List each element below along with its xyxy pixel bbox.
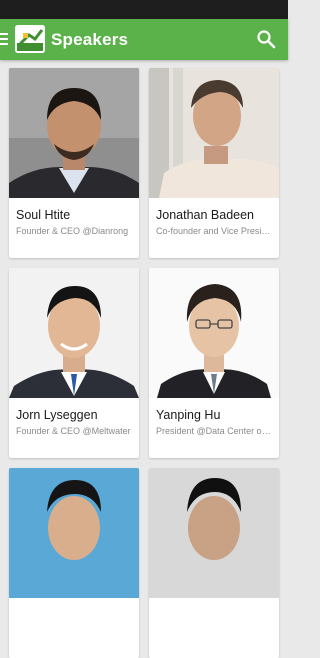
speaker-photo <box>9 68 139 198</box>
speaker-name: Soul Htite <box>16 208 71 222</box>
speaker-name: Jonathan Badeen <box>156 208 255 222</box>
speaker-role: Founder & CEO @Meltwater <box>16 426 131 436</box>
search-icon[interactable] <box>256 29 276 49</box>
speaker-card[interactable]: Jonathan Badeen Co-founder and Vice Pres… <box>149 68 279 258</box>
speaker-role: Founder & CEO @Dianrong <box>16 226 129 236</box>
speaker-card[interactable] <box>149 468 279 658</box>
speaker-card[interactable]: Yanping Hu President @Data Center of Chi… <box>149 268 279 458</box>
hamburger-menu-icon[interactable] <box>0 33 9 46</box>
speaker-name: Jorn Lyseggen <box>16 408 98 422</box>
speaker-photo <box>149 268 279 398</box>
app-logo[interactable] <box>15 25 45 53</box>
speaker-card[interactable]: Jorn Lyseggen Founder & CEO @Meltwater <box>9 268 139 458</box>
speaker-role: President @Data Center of China <box>156 426 273 436</box>
speaker-card[interactable] <box>9 468 139 658</box>
speaker-photo <box>9 468 139 598</box>
speaker-grid: Soul Htite Founder & CEO @Dianrong Jonat… <box>0 60 288 658</box>
speaker-photo <box>149 468 279 598</box>
speaker-card[interactable]: Soul Htite Founder & CEO @Dianrong <box>9 68 139 258</box>
page-title: Speakers <box>51 30 129 49</box>
speaker-photo <box>149 68 279 198</box>
app-bar: Speakers <box>0 19 288 60</box>
speaker-photo <box>9 268 139 398</box>
status-bar <box>0 0 288 19</box>
speaker-role: Co-founder and Vice President <box>156 226 273 236</box>
speaker-name: Yanping Hu <box>156 408 221 422</box>
